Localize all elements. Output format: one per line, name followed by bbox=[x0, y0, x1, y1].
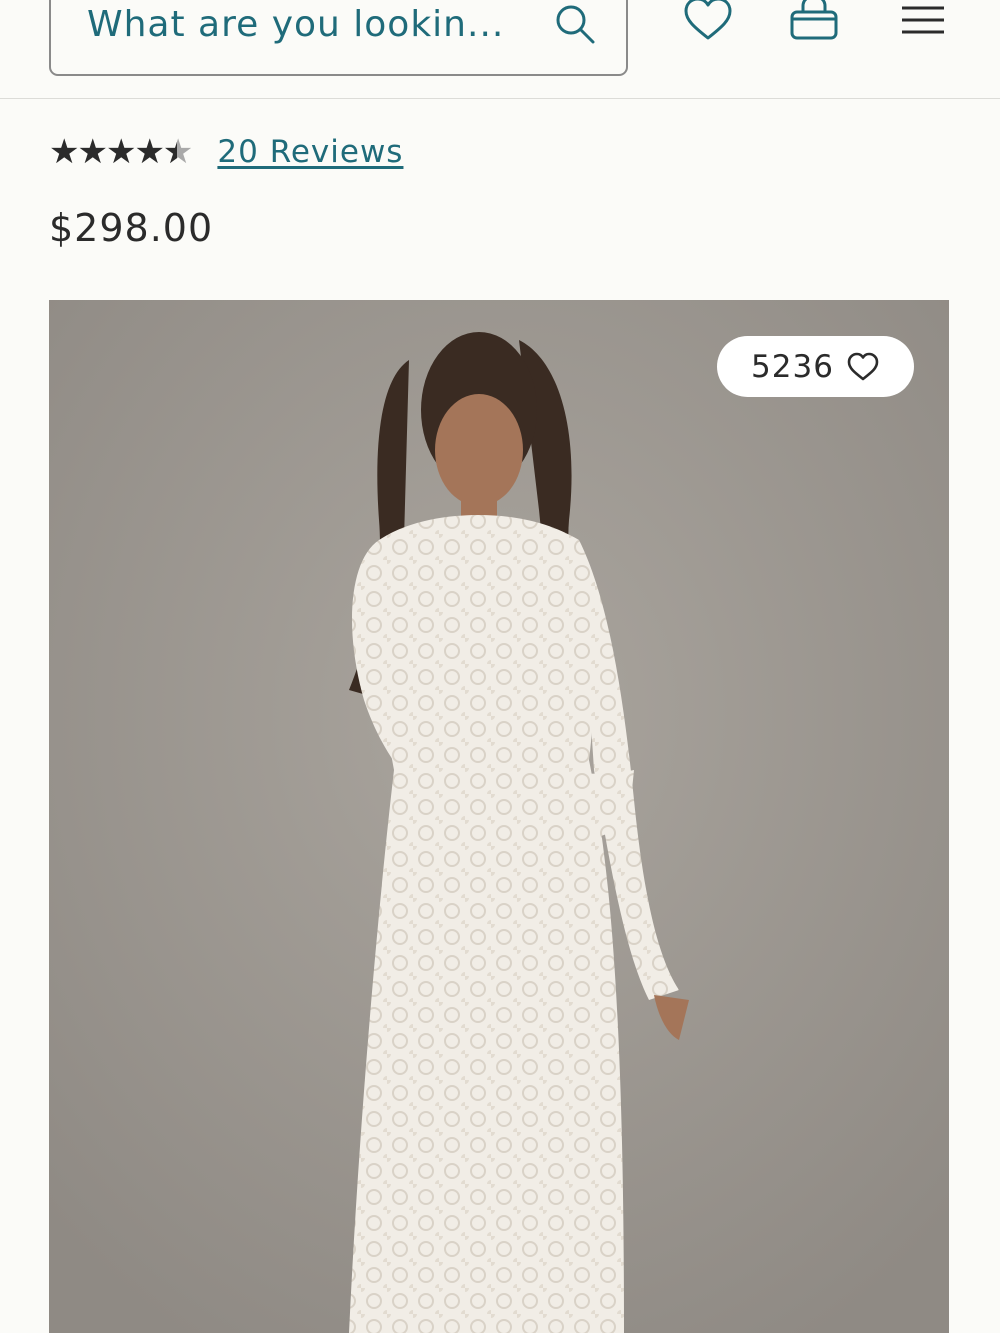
search-input[interactable] bbox=[87, 4, 517, 44]
star-rating: ★★★★★ ★★★★★ bbox=[49, 128, 193, 176]
menu-icon[interactable] bbox=[896, 0, 952, 50]
shopping-bag-icon[interactable] bbox=[786, 0, 842, 48]
model-photo bbox=[49, 300, 949, 1333]
search-box[interactable] bbox=[49, 0, 628, 76]
like-count: 5236 bbox=[751, 348, 834, 385]
reviews-link[interactable]: 20 Reviews bbox=[217, 134, 403, 170]
search-icon[interactable] bbox=[553, 2, 597, 46]
site-header bbox=[0, 0, 1000, 99]
product-price: $298.00 bbox=[49, 206, 214, 250]
rating-row: ★★★★★ ★★★★★ 20 Reviews bbox=[49, 128, 403, 176]
product-image[interactable]: 5236 bbox=[49, 300, 949, 1333]
heart-icon bbox=[847, 352, 879, 380]
star-icons-filled: ★★★★★ bbox=[49, 132, 177, 172]
wishlist-heart-icon[interactable] bbox=[680, 0, 736, 48]
like-button[interactable]: 5236 bbox=[717, 336, 914, 397]
